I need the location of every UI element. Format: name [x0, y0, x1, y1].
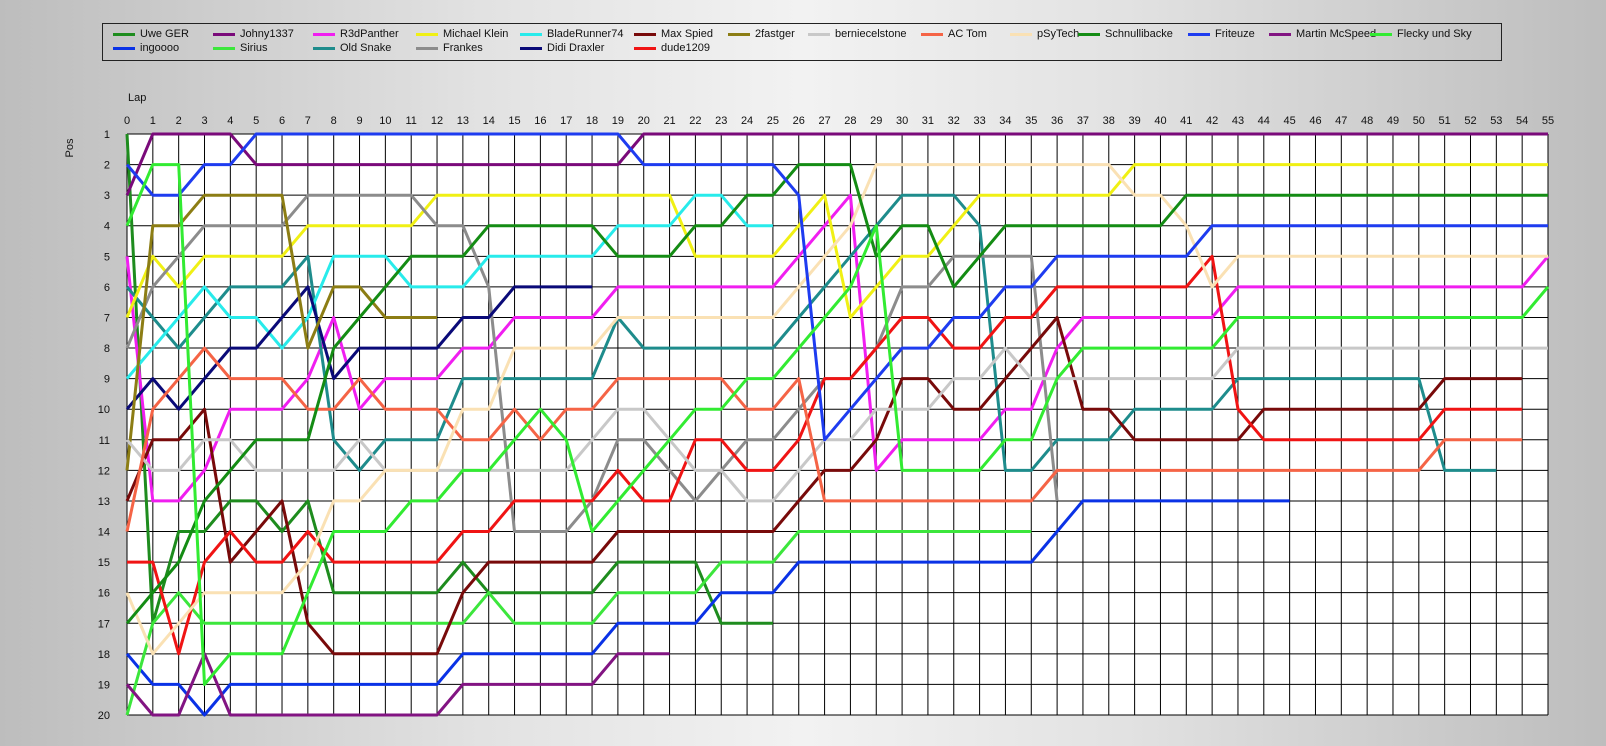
x-tick-label: 52	[1464, 115, 1476, 127]
y-tick-label: 14	[98, 527, 110, 539]
y-tick-label: 16	[98, 588, 110, 600]
x-tick-label: 50	[1413, 115, 1425, 127]
x-tick-label: 23	[715, 115, 727, 127]
x-tick-label: 19	[612, 115, 624, 127]
x-tick-label: 1	[150, 115, 156, 127]
x-tick-label: 30	[896, 115, 908, 127]
x-tick-label: 7	[305, 115, 311, 127]
y-tick-label: 10	[98, 404, 110, 416]
x-tick-label: 38	[1103, 115, 1115, 127]
x-tick-label: 49	[1387, 115, 1399, 127]
x-tick-label: 51	[1439, 115, 1451, 127]
x-tick-label: 40	[1154, 115, 1166, 127]
x-tick-label: 17	[560, 115, 572, 127]
x-tick-label: 35	[1025, 115, 1037, 127]
x-tick-label: 47	[1335, 115, 1347, 127]
x-tick-label: 54	[1516, 115, 1528, 127]
y-tick-label: 2	[104, 160, 110, 172]
x-tick-label: 0	[124, 115, 130, 127]
x-tick-label: 48	[1361, 115, 1373, 127]
y-tick-label: 5	[104, 251, 110, 263]
x-tick-label: 36	[1051, 115, 1063, 127]
x-tick-label: 13	[457, 115, 469, 127]
y-tick-label: 6	[104, 282, 110, 294]
y-tick-label: 12	[98, 465, 110, 477]
x-tick-label: 46	[1309, 115, 1321, 127]
x-tick-label: 14	[483, 115, 495, 127]
x-tick-label: 31	[922, 115, 934, 127]
x-tick-label: 5	[253, 115, 259, 127]
y-tick-label: 18	[98, 649, 110, 661]
x-tick-label: 20	[638, 115, 650, 127]
x-tick-label: 34	[999, 115, 1011, 127]
x-tick-label: 26	[793, 115, 805, 127]
position-chart: 0 1 2 3 4 5 6 7 8 9 10 11 12 13 14 15 16 17 18 19 20 21 22 23 24…	[64, 92, 1554, 722]
y-tick-label: 1	[104, 129, 110, 141]
x-axis-label: Lap	[128, 92, 146, 104]
x-tick-label: 43	[1232, 115, 1244, 127]
x-tick-label: 8	[331, 115, 337, 127]
y-tick-label: 3	[104, 190, 110, 202]
x-tick-label: 25	[767, 115, 779, 127]
x-tick-label: 18	[586, 115, 598, 127]
x-tick-label: 28	[844, 115, 856, 127]
x-tick-label: 6	[279, 115, 285, 127]
x-tick-label: 42	[1206, 115, 1218, 127]
x-tick-label: 21	[663, 115, 675, 127]
x-tick-label: 41	[1180, 115, 1192, 127]
x-tick-label: 33	[973, 115, 985, 127]
x-tick-label: 53	[1490, 115, 1502, 127]
x-tick-label: 16	[534, 115, 546, 127]
x-tick-label: 4	[227, 115, 233, 127]
x-tick-label: 44	[1258, 115, 1270, 127]
x-tick-labels: 0 1 2 3 4 5 6 7 8 9 10 11 12 13 14 15 16 17 18 19 20 21 22 23 24…	[124, 115, 1554, 127]
x-tick-label: 3	[201, 115, 207, 127]
y-tick-label: 9	[104, 374, 110, 386]
y-tick-labels: 1234567891011121314151617181920	[98, 129, 110, 722]
x-tick-label: 9	[356, 115, 362, 127]
x-tick-label: 12	[431, 115, 443, 127]
x-tick-label: 55	[1542, 115, 1554, 127]
x-tick-label: 24	[741, 115, 753, 127]
x-tick-label: 11	[405, 115, 416, 127]
y-tick-label: 11	[99, 435, 110, 447]
x-tick-label: 29	[870, 115, 882, 127]
y-tick-label: 15	[98, 557, 110, 569]
x-tick-label: 22	[689, 115, 701, 127]
y-tick-label: 4	[104, 221, 110, 233]
x-tick-label: 39	[1128, 115, 1140, 127]
y-tick-label: 13	[98, 496, 110, 508]
x-tick-label: 32	[948, 115, 960, 127]
x-tick-label: 15	[508, 115, 520, 127]
x-tick-label: 45	[1284, 115, 1296, 127]
x-tick-label: 2	[176, 115, 182, 127]
y-tick-label: 20	[98, 710, 110, 722]
x-tick-label: 10	[379, 115, 391, 127]
y-axis-label: Pos	[64, 138, 76, 157]
y-tick-label: 19	[98, 679, 110, 691]
y-tick-label: 17	[98, 618, 110, 630]
x-tick-label: 27	[818, 115, 830, 127]
y-tick-label: 7	[104, 312, 110, 324]
y-tick-label: 8	[104, 343, 110, 355]
x-tick-label: 37	[1077, 115, 1089, 127]
